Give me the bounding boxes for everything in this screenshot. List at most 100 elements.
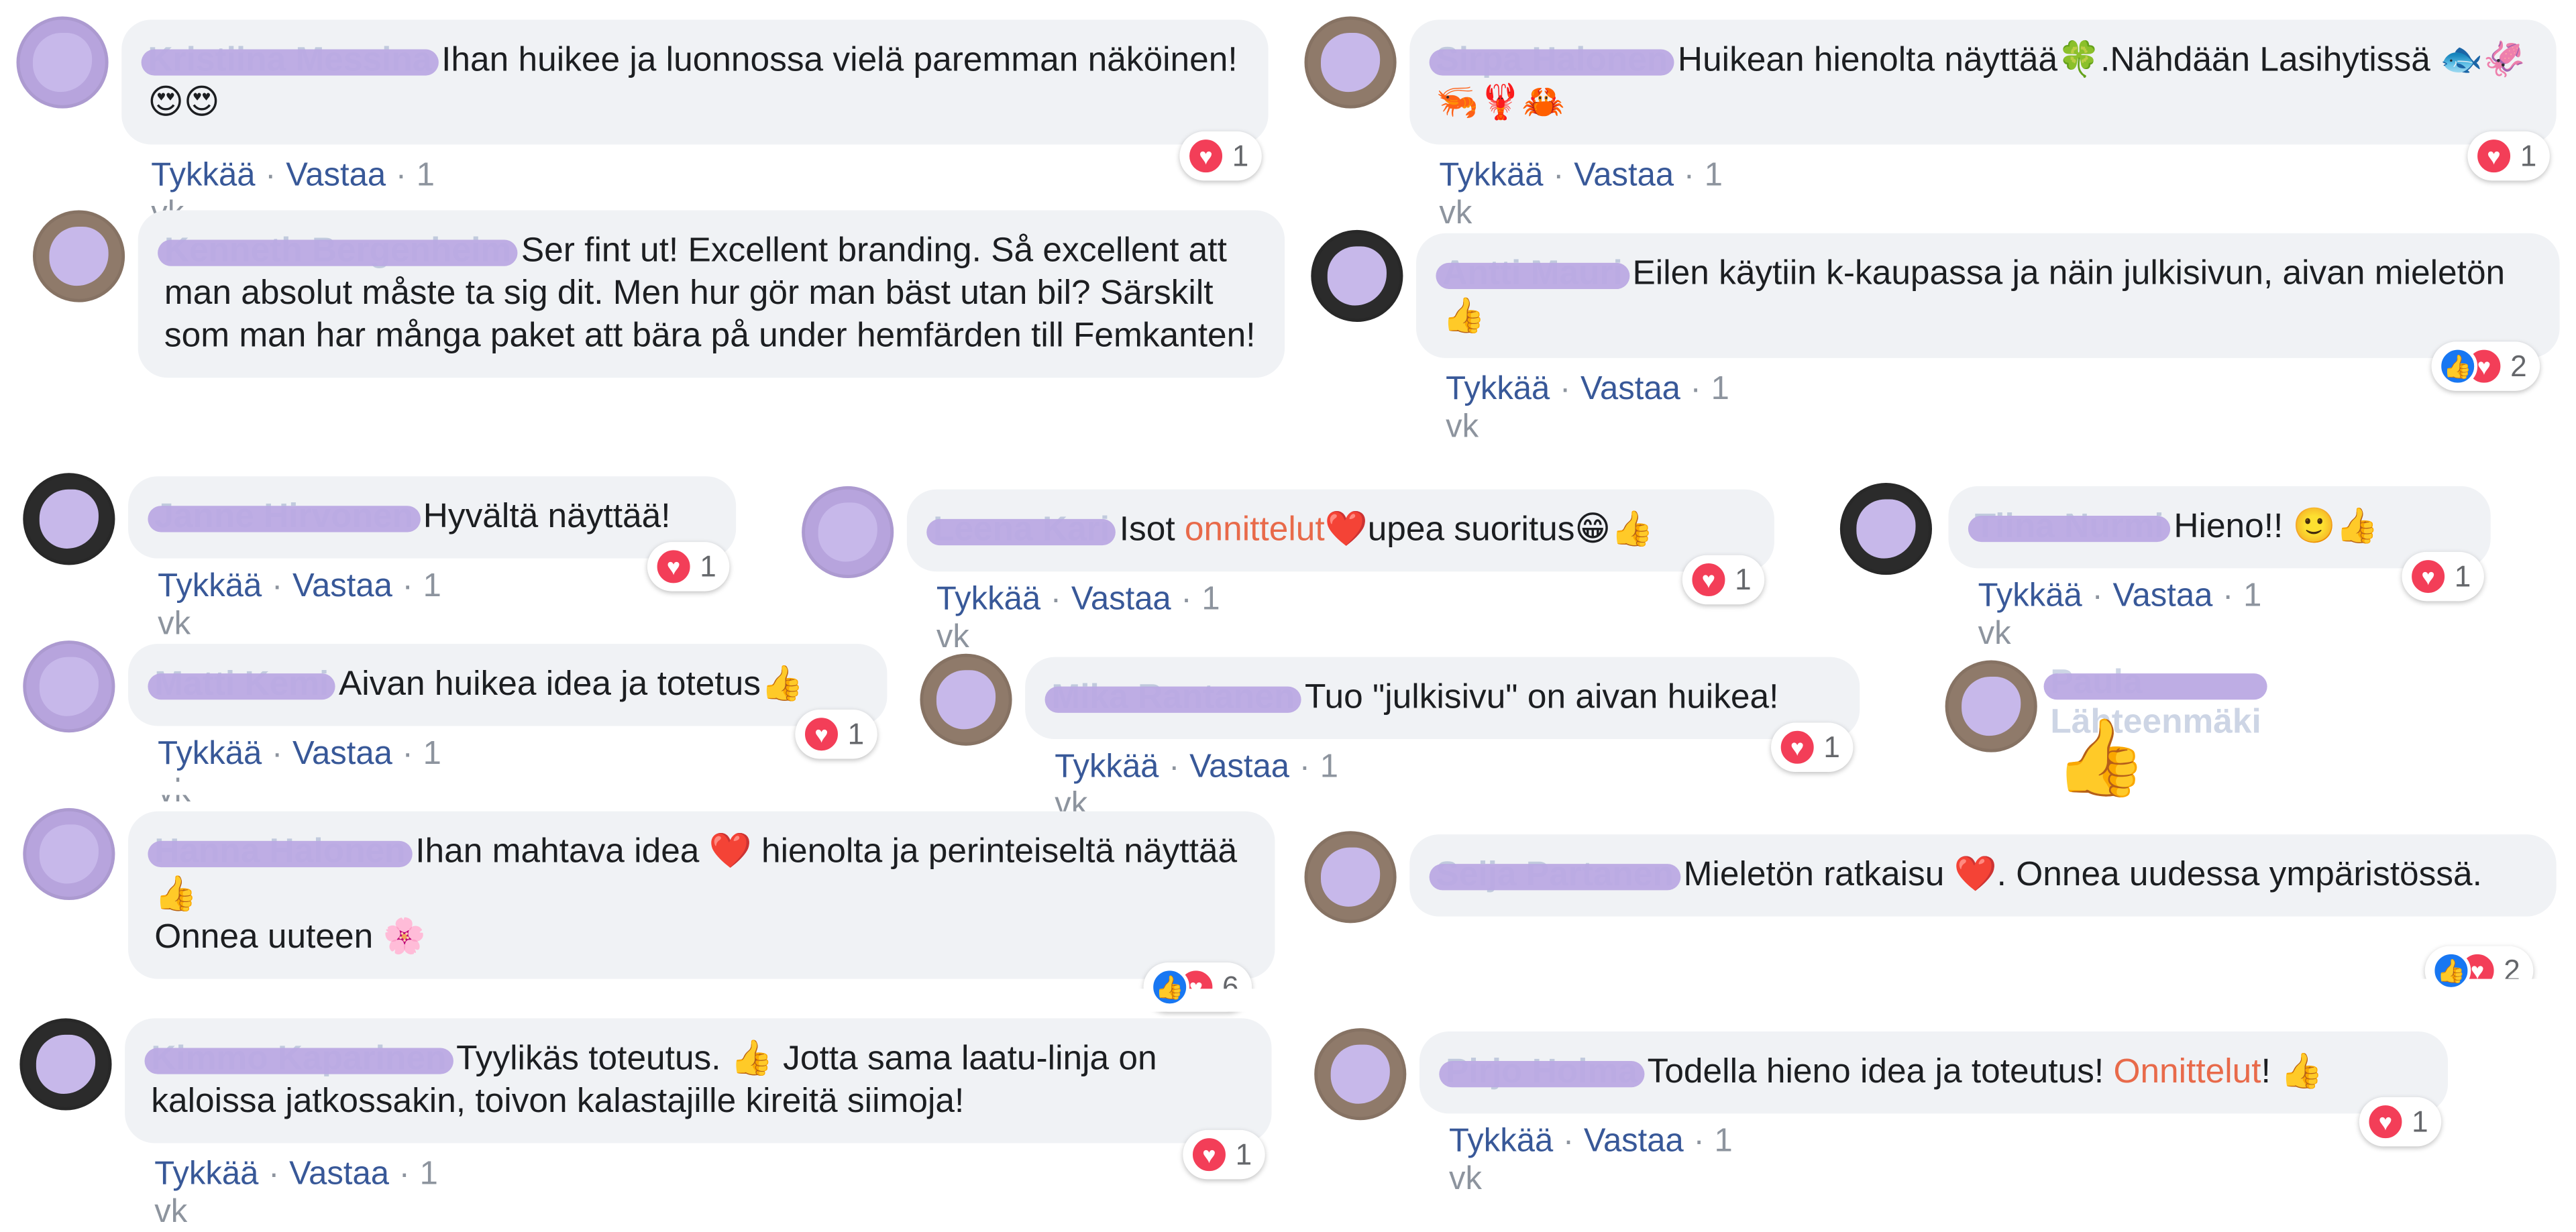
reaction-count[interactable]: ♥ 1 xyxy=(2402,551,2484,602)
comment-text: Hieno!! 🙂👍 xyxy=(2174,507,2379,546)
avatar[interactable] xyxy=(1314,1028,1407,1121)
comment-actions: Tykkää·Vastaa·1 vk xyxy=(154,1156,438,1231)
comment-text: Todella hieno idea ja toteutus! xyxy=(1647,1052,2114,1091)
comment-bubble: Matti KemiAivan huikea idea ja totetus👍 xyxy=(128,644,888,726)
heart-icon: ♥ xyxy=(2474,136,2514,176)
like-link[interactable]: Tykkää xyxy=(154,1156,258,1192)
reply-link[interactable]: Vastaa xyxy=(1580,371,1680,407)
commenter-name[interactable]: Hanna Halonen xyxy=(148,831,413,874)
reaction-count[interactable]: ♥ 1 xyxy=(1183,1129,1265,1180)
reaction-count[interactable]: ♥ 1 xyxy=(795,709,877,759)
heart-icon: ♥ xyxy=(1189,1135,1229,1175)
comment-bubble: Kristiina MessinaIhan huikee ja luonnoss… xyxy=(121,19,1269,145)
comment-bubble: Kenneth BergenheimSer fint ut! Excellent… xyxy=(138,210,1285,378)
avatar[interactable] xyxy=(1304,831,1397,923)
commenter-name[interactable]: Kristiina Messina xyxy=(141,40,439,82)
avatar[interactable] xyxy=(1839,483,1933,575)
comment-bubble: Seija PartanenMieletön ratkaisu ❤️. Onne… xyxy=(1409,834,2557,917)
reply-link[interactable]: Vastaa xyxy=(292,568,392,604)
like-link[interactable]: Tykkää xyxy=(1978,578,2082,614)
comment-actions: Tykkää·Vastaa·1 vk xyxy=(158,736,441,811)
comment-bubble: Mika RantanenTuo "julkisivu" on aivan hu… xyxy=(1025,657,1860,740)
like-icon: 👍 xyxy=(2431,950,2471,991)
thumbs-up-sticker: 👍 xyxy=(2053,714,2148,800)
heart-icon: ♥ xyxy=(2365,1102,2406,1142)
crop-divider xyxy=(98,989,1315,1012)
like-link[interactable]: Tykkää xyxy=(158,736,262,772)
avatar[interactable] xyxy=(802,486,894,579)
reaction-count[interactable]: ♥ 1 xyxy=(1682,555,1765,605)
comment-bubble: Janne HirvonenHyvältä näyttää! xyxy=(128,476,737,559)
comment-text: Onnea uuteen 🌸 xyxy=(154,917,426,956)
comment-actions: Tykkää·Vastaa·1 vk xyxy=(158,568,441,642)
heart-icon: ♥ xyxy=(653,547,694,587)
highlighted-word: Onnittelut xyxy=(2113,1052,2261,1091)
reaction-count[interactable]: ♥ 1 xyxy=(2359,1097,2442,1147)
like-icon: 👍 xyxy=(1150,967,1190,1007)
like-icon: 👍 xyxy=(2438,346,2478,386)
comment-bubble: Kimmo KaparinenTyylikäs toteutus. 👍 Jott… xyxy=(125,1018,1272,1143)
avatar[interactable] xyxy=(23,473,115,565)
avatar[interactable] xyxy=(1311,229,1403,323)
reply-link[interactable]: Vastaa xyxy=(1071,581,1171,618)
like-link[interactable]: Tykkää xyxy=(1439,158,1543,194)
reply-link[interactable]: Vastaa xyxy=(286,158,386,194)
comment-text: Isot xyxy=(1119,510,1185,549)
comment-text: Mieletön ratkaisu ❤️. Onnea uudessa ympä… xyxy=(1683,855,2482,894)
avatar[interactable] xyxy=(32,210,125,302)
commenter-name[interactable]: Sirpa Halonen xyxy=(1429,40,1675,82)
commenter-name[interactable]: Matti Kemi xyxy=(148,663,336,706)
like-link[interactable]: Tykkää xyxy=(158,568,262,604)
commenter-name[interactable]: Pirjo Holma xyxy=(1439,1051,1644,1094)
avatar[interactable] xyxy=(920,653,1012,746)
like-link[interactable]: Tykkää xyxy=(1055,749,1159,785)
like-link[interactable]: Tykkää xyxy=(1449,1123,1553,1160)
comment-actions: Tykkää·Vastaa·1 vk xyxy=(936,581,1220,656)
comment-bubble: Pirjo HolmaTodella hieno idea ja toteutu… xyxy=(1419,1031,2449,1114)
avatar[interactable] xyxy=(23,807,115,901)
reaction-count[interactable]: ♥ 1 xyxy=(2467,131,2550,181)
reply-link[interactable]: Vastaa xyxy=(1574,158,1674,194)
reaction-count[interactable]: ♥ 1 xyxy=(1179,131,1262,181)
comment-bubble: Sirpa HalonenHuikean hienolta näyttää🍀.N… xyxy=(1409,19,2557,145)
commenter-name[interactable]: Antti Mauri xyxy=(1436,253,1629,296)
avatar[interactable] xyxy=(19,1018,112,1111)
commenter-name[interactable]: Seija Partanen xyxy=(1429,854,1680,897)
like-link[interactable]: Tykkää xyxy=(936,581,1040,618)
reply-link[interactable]: Vastaa xyxy=(1189,749,1289,785)
commenter-name[interactable]: Tiina Nurmi xyxy=(1968,506,2171,549)
like-link[interactable]: Tykkää xyxy=(151,158,255,194)
heart-icon: ♥ xyxy=(2408,557,2449,596)
reply-link[interactable]: Vastaa xyxy=(1584,1123,1684,1160)
comment-bubble: Hanna HalonenIhan mahtava idea ❤️ hienol… xyxy=(128,811,1275,979)
heart-icon: ♥ xyxy=(1688,560,1729,600)
comment-text: ! 👍 xyxy=(2261,1052,2324,1091)
avatar[interactable] xyxy=(1304,16,1397,109)
comment-text: Aivan huikea idea ja totetus👍 xyxy=(338,665,804,704)
reaction-count[interactable]: 👍 ♥ 2 xyxy=(2431,341,2540,391)
comment-actions: Tykkää·Vastaa·1 vk xyxy=(1439,158,1723,232)
commenter-name[interactable]: Kimmo Kaparinen xyxy=(144,1038,453,1081)
commenter-name[interactable]: Janne Hirvonen xyxy=(148,496,420,539)
comment-bubble: Tiina NurmiHieno!! 🙂👍 xyxy=(1948,486,2491,569)
reaction-count[interactable]: ♥ 1 xyxy=(1771,722,1854,773)
commenter-name[interactable]: Kenneth Bergenheim xyxy=(158,230,518,273)
comment-text: ❤️upea suoritus😁👍 xyxy=(1324,510,1654,549)
comment-bubble: Antti MauriEilen käytiin k-kaupassa ja n… xyxy=(1416,233,2560,358)
comment-bubble: Leena KariIsot onnittelut❤️upea suoritus… xyxy=(906,489,1774,572)
avatar[interactable] xyxy=(16,16,109,109)
avatar[interactable] xyxy=(1945,660,2037,752)
commenter-name[interactable]: Leena Kari xyxy=(926,509,1116,552)
avatar[interactable] xyxy=(23,640,115,733)
comment-text: Tuo "julkisivu" on aivan huikea! xyxy=(1305,678,1779,716)
heart-icon: ♥ xyxy=(802,714,841,754)
like-link[interactable]: Tykkää xyxy=(1446,371,1550,407)
comment-text: Hyvältä näyttää! xyxy=(423,498,671,536)
reply-link[interactable]: Vastaa xyxy=(292,736,392,772)
commenter-name[interactable]: Mika Rantanen xyxy=(1044,677,1302,720)
highlighted-word: onnittelut xyxy=(1184,510,1325,549)
reply-link[interactable]: Vastaa xyxy=(2112,578,2212,614)
comment-collage: Kristiina MessinaIhan huikee ja luonnoss… xyxy=(0,0,2576,1230)
reaction-count[interactable]: ♥ 1 xyxy=(647,542,730,592)
reply-link[interactable]: Vastaa xyxy=(289,1156,389,1192)
